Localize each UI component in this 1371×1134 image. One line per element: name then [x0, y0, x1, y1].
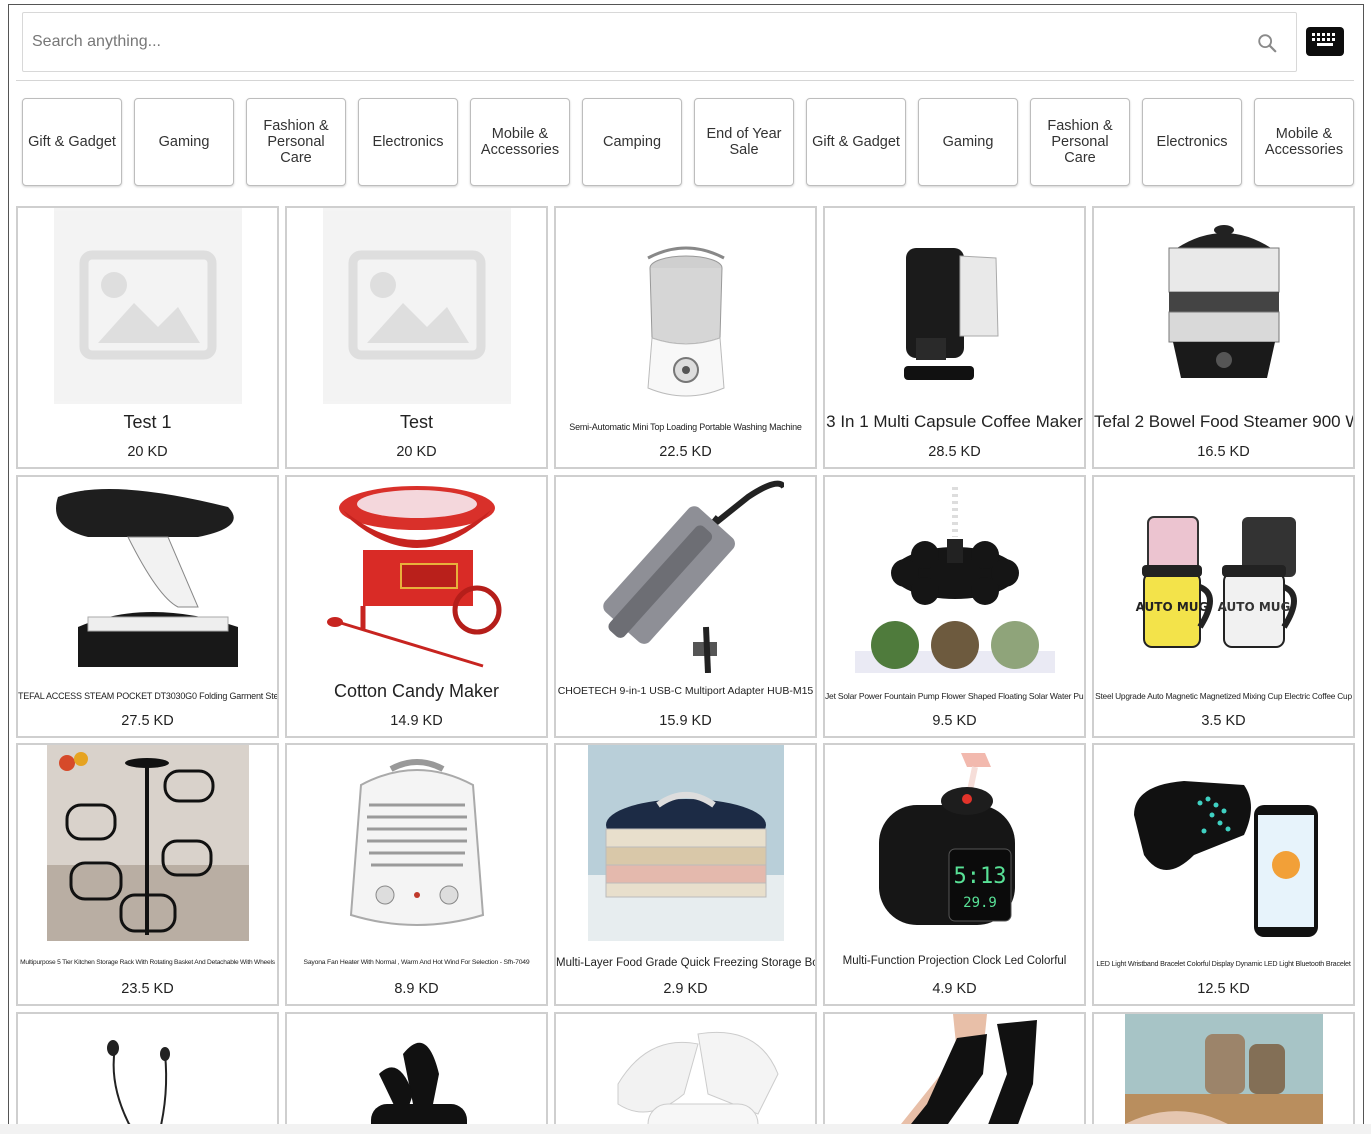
- image-placeholder-icon: [322, 211, 511, 401]
- product-card[interactable]: Multi-Layer Food Grade Quick Freezing St…: [554, 743, 817, 1006]
- coffee-maker-image: [903, 248, 999, 380]
- product-price: 15.9 KD: [659, 713, 712, 729]
- product-price: 27.5 KD: [121, 713, 174, 729]
- kitchen-jars-image: [1124, 1034, 1323, 1134]
- mug-label: AUTO MUG: [1135, 600, 1208, 614]
- product-card[interactable]: Tefal 2 Bowel Food Steamer 900 W 16.5 KD: [1092, 206, 1355, 469]
- category-button[interactable]: Camping: [582, 98, 682, 186]
- earbuds-black-image: [370, 1042, 467, 1134]
- category-button[interactable]: Gaming: [918, 98, 1018, 186]
- product-name: Multi-Layer Food Grade Quick Freezing St…: [556, 957, 815, 969]
- product-card[interactable]: Sayona Fan Heater With Normal , Warm And…: [285, 743, 548, 1006]
- keyboard-button[interactable]: [1306, 27, 1344, 56]
- category-button[interactable]: Fashion & Personal Care: [1030, 98, 1130, 186]
- product-card[interactable]: Jet Solar Power Fountain Pump Flower Sha…: [823, 475, 1086, 738]
- clock-temp: 29.9: [963, 895, 997, 911]
- search-input[interactable]: [23, 13, 1243, 71]
- category-button[interactable]: Electronics: [1142, 98, 1242, 186]
- product-name: Test 1: [123, 412, 172, 432]
- product-price: 22.5 KD: [659, 444, 712, 460]
- keyboard-icon: [1312, 33, 1335, 46]
- product-card[interactable]: [16, 1012, 279, 1134]
- header-divider: [16, 80, 1354, 81]
- storage-box-image: [587, 792, 784, 941]
- product-price: 20 KD: [127, 444, 168, 460]
- led-bracelet-image: [1133, 781, 1318, 937]
- compression-socks-image: [892, 1014, 1037, 1134]
- category-button[interactable]: Gift & Gadget: [806, 98, 906, 186]
- category-button[interactable]: Fashion & Personal Care: [246, 98, 346, 186]
- product-price: 3.5 KD: [1201, 713, 1246, 729]
- product-price: 9.5 KD: [932, 713, 977, 729]
- search-icon[interactable]: [1256, 32, 1278, 54]
- product-card[interactable]: LED Light Wristband Bracelet Colorful Di…: [1092, 743, 1355, 1006]
- product-name: Test: [399, 412, 433, 432]
- product-card[interactable]: [554, 1012, 817, 1134]
- product-name: Sayona Fan Heater With Normal , Warm And…: [303, 959, 530, 966]
- product-card[interactable]: Test 1 20 KD: [16, 206, 279, 469]
- category-button[interactable]: Gift & Gadget: [22, 98, 122, 186]
- product-price: 8.9 KD: [394, 981, 439, 997]
- product-name: CHOETECH 9-in-1 USB-C Multiport Adapter …: [557, 685, 814, 697]
- product-price: 23.5 KD: [121, 981, 174, 997]
- product-price: 20 KD: [396, 444, 437, 460]
- product-price: 14.9 KD: [390, 713, 443, 729]
- product-card[interactable]: [1092, 1012, 1355, 1134]
- category-button[interactable]: Mobile & Accessories: [470, 98, 570, 186]
- mug-label: AUTO MUG: [1217, 600, 1290, 614]
- product-name: Multi-Function Projection Clock Led Colo…: [842, 955, 1067, 967]
- search-bar[interactable]: [22, 12, 1297, 72]
- category-button[interactable]: Gaming: [134, 98, 234, 186]
- product-card[interactable]: Cotton Candy Maker 14.9 KD: [285, 475, 548, 738]
- product-name: Steel Upgrade Auto Magnetic Magnetized M…: [1095, 691, 1352, 701]
- earphones-image: [106, 1040, 170, 1134]
- product-card[interactable]: Semi-Automatic Mini Top Loading Portable…: [554, 206, 817, 469]
- product-name: Tefal 2 Bowel Food Steamer 900 W: [1094, 412, 1353, 431]
- product-card[interactable]: [823, 1012, 1086, 1134]
- storage-rack-image: [46, 752, 249, 941]
- category-bar: Gift & Gadget Gaming Fashion & Personal …: [22, 98, 1357, 186]
- food-steamer-image: [1168, 225, 1279, 378]
- product-name: 3 In 1 Multi Capsule Coffee Maker: [826, 412, 1083, 431]
- product-name: Cotton Candy Maker: [333, 681, 500, 701]
- product-card[interactable]: Multipurpose 5 Tier Kitchen Storage Rack…: [16, 743, 279, 1006]
- product-price: 4.9 KD: [932, 981, 977, 997]
- solar-fountain-image: [854, 487, 1055, 673]
- magnetic-mug-image: AUTO MUG AUTO MUG: [1135, 516, 1297, 648]
- bottom-edge: [0, 1124, 1371, 1134]
- category-button[interactable]: Mobile & Accessories: [1254, 98, 1354, 186]
- product-price: 12.5 KD: [1197, 981, 1250, 997]
- product-card[interactable]: TEFAL ACCESS STEAM POCKET DT3030G0 Foldi…: [16, 475, 279, 738]
- product-card[interactable]: 3 In 1 Multi Capsule Coffee Maker 28.5 K…: [823, 206, 1086, 469]
- product-name: TEFAL ACCESS STEAM POCKET DT3030G0 Foldi…: [18, 691, 277, 701]
- washing-machine-image: [646, 246, 725, 397]
- product-card[interactable]: [285, 1012, 548, 1134]
- product-card[interactable]: AUTO MUG AUTO MUG Steel Upgrade Auto Mag…: [1092, 475, 1355, 738]
- clock-time: 5:13: [953, 864, 1006, 889]
- garment-steamer-image: [55, 489, 238, 667]
- projection-clock-image: 5:13 29.9: [878, 753, 1015, 925]
- product-card[interactable]: CHOETECH 9-in-1 USB-C Multiport Adapter …: [554, 475, 817, 738]
- usb-hub-image: [602, 480, 784, 673]
- product-card[interactable]: Test 20 KD: [285, 206, 548, 469]
- product-name: Multipurpose 5 Tier Kitchen Storage Rack…: [20, 959, 275, 966]
- product-price: 16.5 KD: [1197, 444, 1250, 460]
- earbuds-white-image: [617, 1031, 779, 1134]
- product-price: 2.9 KD: [663, 981, 708, 997]
- image-placeholder-icon: [53, 211, 242, 401]
- product-price: 28.5 KD: [928, 444, 981, 460]
- product-name: Semi-Automatic Mini Top Loading Portable…: [569, 422, 802, 432]
- product-name: LED Light Wristband Bracelet Colorful Di…: [1096, 959, 1351, 968]
- category-button[interactable]: End of Year Sale: [694, 98, 794, 186]
- cotton-candy-maker-image: [326, 486, 501, 668]
- product-card[interactable]: 5:13 29.9 Multi-Function Projection Cloc…: [823, 743, 1086, 1006]
- category-button[interactable]: Electronics: [358, 98, 458, 186]
- product-name: Jet Solar Power Fountain Pump Flower Sha…: [825, 691, 1084, 701]
- fan-heater-image: [349, 759, 484, 926]
